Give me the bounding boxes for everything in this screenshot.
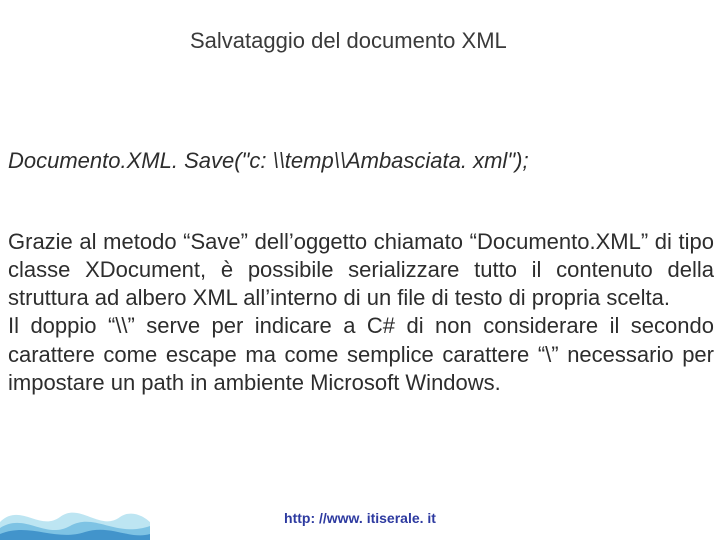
- code-example: Documento.XML. Save("c: \\temp\\Ambascia…: [8, 148, 529, 174]
- slide: Salvataggio del documento XML Documento.…: [0, 0, 720, 540]
- slide-title: Salvataggio del documento XML: [190, 28, 507, 54]
- body-text-content: Grazie al metodo “Save” dell’oggetto chi…: [8, 228, 714, 397]
- footer-url: http: //www. itiserale. it: [0, 510, 720, 526]
- body-paragraph: Grazie al metodo “Save” dell’oggetto chi…: [8, 228, 714, 397]
